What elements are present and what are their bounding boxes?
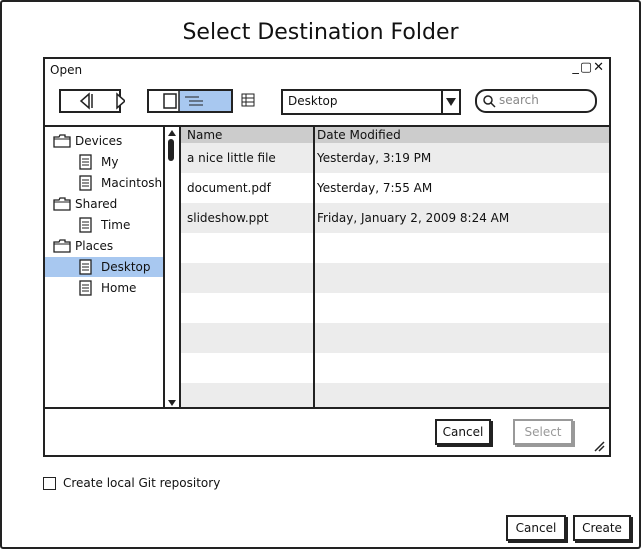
folder-icon [53,197,71,211]
column-header-date[interactable]: Date Modified [317,128,401,142]
location-dropdown[interactable]: Desktop [281,89,461,115]
window-controls[interactable]: _▢✕ [572,60,605,75]
file-date: Yesterday, 7:55 AM [317,181,433,195]
table-row [181,383,609,409]
location-value: Desktop [288,94,338,108]
sidebar-item-label: Home [101,281,137,295]
sidebar-item-label: My [101,155,119,169]
sidebar-item-label: Shared [75,197,118,211]
file-name: document.pdf [187,181,271,195]
view-mode-toggle[interactable] [147,89,233,113]
cancel-button[interactable]: Cancel [506,515,566,541]
file-name: slideshow.ppt [187,211,269,225]
git-repo-label: Create local Git repository [63,476,221,490]
open-file-window: Open _▢✕ Desktop search Devices My Macin… [43,57,611,457]
table-row[interactable]: a nice little file Yesterday, 3:19 PM [181,143,609,173]
sidebar-item-devices[interactable]: Devices [45,131,163,151]
table-row[interactable]: document.pdf Yesterday, 7:55 AM [181,173,609,203]
file-date: Yesterday, 3:19 PM [317,151,432,165]
sidebar-item-desktop[interactable]: Desktop [45,257,163,277]
document-icon [79,259,92,275]
search-icon [483,95,496,108]
resize-grip-icon[interactable] [593,440,605,452]
icon-view-icon [163,93,177,109]
table-row [181,293,609,323]
table-row[interactable]: slideshow.ppt Friday, January 2, 2009 8:2… [181,203,609,233]
back-forward-buttons[interactable] [59,89,125,113]
window-title: Open [50,63,83,77]
document-icon [79,217,92,233]
column-separator [313,127,315,409]
file-name: a nice little file [187,151,276,165]
column-header-name[interactable]: Name [187,128,222,142]
sidebar-item-time[interactable]: Time [45,215,163,235]
sidebar-item-home[interactable]: Home [45,278,163,298]
sidebar-item-places[interactable]: Places [45,236,163,256]
sidebar: Devices My Macintosh Shared Time Places Deskto… [45,125,181,409]
document-icon [79,154,92,170]
sidebar-item-label: Desktop [101,260,151,274]
file-list: a nice little file Yesterday, 3:19 PM docu… [181,125,609,409]
select-button[interactable]: Select [513,419,573,445]
chevron-down-icon[interactable] [441,91,459,113]
search-input[interactable]: search [475,89,597,113]
sidebar-item-macintosh[interactable]: Macintosh [45,173,163,193]
document-icon [79,175,92,191]
sidebar-scrollbar[interactable] [163,127,179,409]
folder-icon [53,134,71,148]
scroll-up-icon[interactable] [166,128,178,138]
dialog-title: Select Destination Folder [182,20,459,45]
toolbar: Desktop search [45,83,609,121]
file-list-header: Name Date Modified [181,127,609,143]
git-repo-checkbox[interactable] [43,477,56,490]
search-placeholder: search [499,93,539,107]
window-footer: Cancel Select [45,407,609,457]
sidebar-item-my[interactable]: My [45,152,163,172]
sidebar-item-label: Devices [75,134,123,148]
column-view-selected [179,91,231,111]
file-date: Friday, January 2, 2009 8:24 AM [317,211,510,225]
table-row [181,323,609,353]
table-row [181,353,609,383]
sidebar-item-label: Places [75,239,114,253]
list-view-icon[interactable] [241,93,255,107]
table-row [181,263,609,293]
scroll-thumb[interactable] [168,139,174,161]
window-cancel-button[interactable]: Cancel [435,419,491,445]
create-button[interactable]: Create [573,515,631,541]
table-row [181,233,609,263]
sidebar-item-label: Time [101,218,131,232]
sidebar-item-shared[interactable]: Shared [45,194,163,214]
document-icon [79,280,92,296]
sidebar-item-label: Macintosh [101,176,163,190]
folder-icon [53,239,71,253]
